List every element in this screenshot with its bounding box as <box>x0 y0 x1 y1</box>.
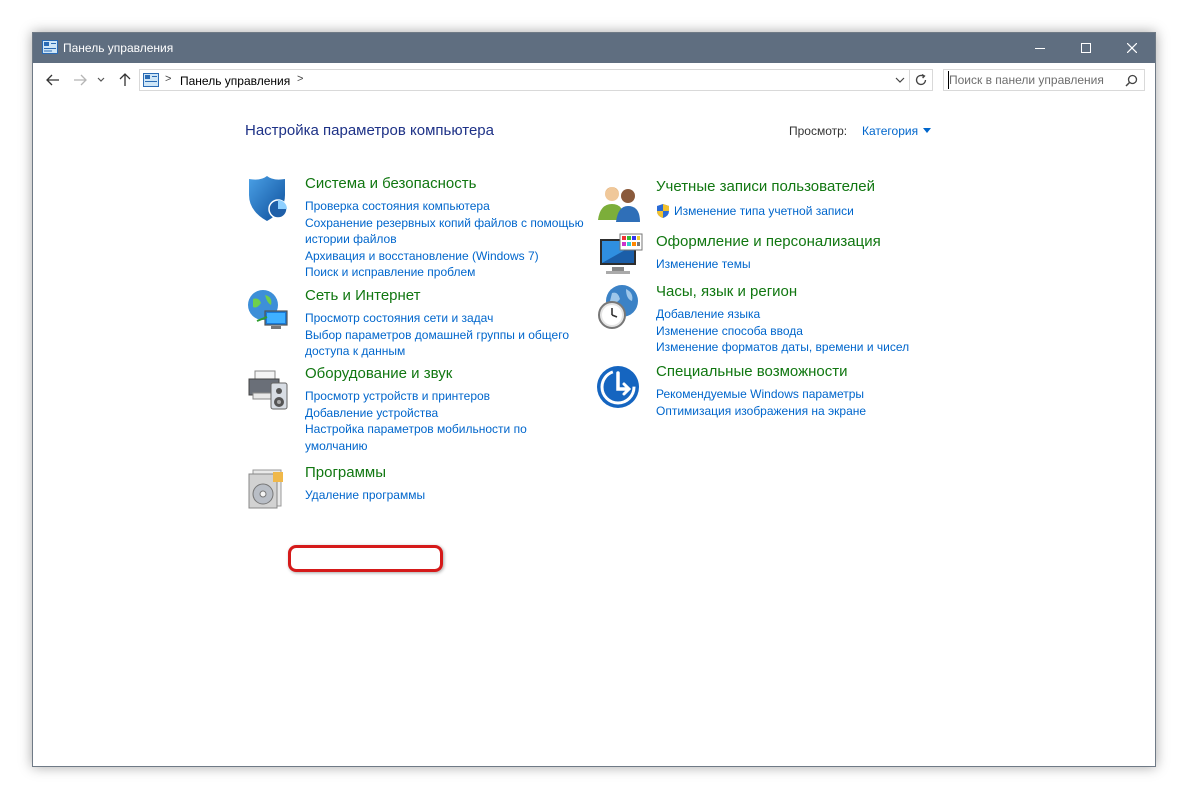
category-heading[interactable]: Учетные записи пользователей <box>656 178 875 195</box>
link-backup-restore[interactable]: Архивация и восстановление (Windows 7) <box>305 248 605 265</box>
link-recommended-settings[interactable]: Рекомендуемые Windows параметры <box>656 386 956 403</box>
close-icon <box>1127 43 1137 53</box>
link-change-formats[interactable]: Изменение форматов даты, времени и чисел <box>656 339 956 356</box>
category-heading[interactable]: Программы <box>305 464 386 481</box>
caret-down-icon[interactable] <box>923 128 931 133</box>
arrow-up-icon <box>119 73 131 86</box>
arrow-left-icon <box>46 74 59 86</box>
category-heading[interactable]: Оборудование и звук <box>305 365 452 382</box>
maximize-button[interactable] <box>1063 33 1109 63</box>
uac-shield-icon <box>657 204 669 218</box>
link-mobility-settings[interactable]: Настройка параметров мобильности по умол… <box>305 421 545 454</box>
category-heading[interactable]: Часы, язык и регион <box>656 283 797 300</box>
page-title: Настройка параметров компьютера <box>245 122 494 139</box>
up-button[interactable] <box>115 70 135 90</box>
view-by-dropdown[interactable]: Категория <box>862 124 918 138</box>
breadcrumb-control-panel[interactable]: Панель управления <box>180 74 290 88</box>
link-troubleshoot[interactable]: Поиск и исправление проблем <box>305 264 605 281</box>
refresh-icon[interactable] <box>914 73 928 87</box>
link-network-status[interactable]: Просмотр состояния сети и задач <box>305 310 605 327</box>
view-by-label: Просмотр: <box>789 124 848 138</box>
control-panel-icon <box>143 73 159 87</box>
chevron-down-icon <box>97 77 105 82</box>
title-bar[interactable]: Панель управления <box>33 33 1155 63</box>
link-add-device[interactable]: Добавление устройства <box>305 405 605 422</box>
forward-button[interactable] <box>70 70 90 90</box>
link-change-theme[interactable]: Изменение темы <box>656 256 956 273</box>
window-title: Панель управления <box>63 41 174 55</box>
maximize-icon <box>1081 43 1091 53</box>
arrow-right-icon <box>74 74 87 86</box>
content-area: Настройка параметров компьютера Просмотр… <box>33 97 1155 766</box>
monitor-palette-icon[interactable] <box>596 233 644 281</box>
address-box[interactable]: > Панель управления > <box>139 69 933 91</box>
accessibility-icon[interactable] <box>596 363 644 411</box>
search-box[interactable] <box>943 69 1145 91</box>
link-change-input[interactable]: Изменение способа ввода <box>656 323 956 340</box>
network-globe-icon[interactable] <box>245 287 293 335</box>
link-change-account-type[interactable]: Изменение типа учетной записи <box>656 203 956 220</box>
category-heading[interactable]: Система и безопасность <box>305 175 476 192</box>
breadcrumb-separator[interactable]: > <box>165 73 171 85</box>
divider <box>909 70 910 90</box>
link-label: Изменение типа учетной записи <box>674 204 854 218</box>
address-toolbar: > Панель управления > <box>33 63 1155 97</box>
clock-globe-icon[interactable] <box>596 283 644 331</box>
link-add-language[interactable]: Добавление языка <box>656 306 956 323</box>
minimize-button[interactable] <box>1017 33 1063 63</box>
link-file-history[interactable]: Сохранение резервных копий файлов с помо… <box>305 215 595 248</box>
programs-disc-icon[interactable] <box>245 464 293 512</box>
highlight-annotation <box>288 545 443 572</box>
link-check-status[interactable]: Проверка состояния компьютера <box>305 198 605 215</box>
chevron-down-icon[interactable] <box>894 74 906 86</box>
recent-locations-button[interactable] <box>95 70 107 90</box>
shield-icon[interactable] <box>245 175 293 223</box>
control-panel-icon <box>42 40 58 54</box>
search-icon[interactable] <box>1125 74 1138 87</box>
back-button[interactable] <box>43 70 63 90</box>
search-input[interactable] <box>948 71 1119 89</box>
minimize-icon <box>1035 48 1045 49</box>
control-panel-window: Панель управления > Панель управления > … <box>32 32 1156 767</box>
link-uninstall-program[interactable]: Удаление программы <box>305 487 605 504</box>
printer-speaker-icon[interactable] <box>245 365 293 413</box>
category-heading[interactable]: Оформление и персонализация <box>656 233 881 250</box>
close-button[interactable] <box>1109 33 1155 63</box>
category-heading[interactable]: Специальные возможности <box>656 363 848 380</box>
breadcrumb-separator[interactable]: > <box>297 73 303 85</box>
link-devices-printers[interactable]: Просмотр устройств и принтеров <box>305 388 605 405</box>
link-homegroup[interactable]: Выбор параметров домашней группы и общег… <box>305 327 585 360</box>
link-optimize-display[interactable]: Оптимизация изображения на экране <box>656 403 956 420</box>
category-heading[interactable]: Сеть и Интернет <box>305 287 421 304</box>
users-icon[interactable] <box>596 178 644 226</box>
